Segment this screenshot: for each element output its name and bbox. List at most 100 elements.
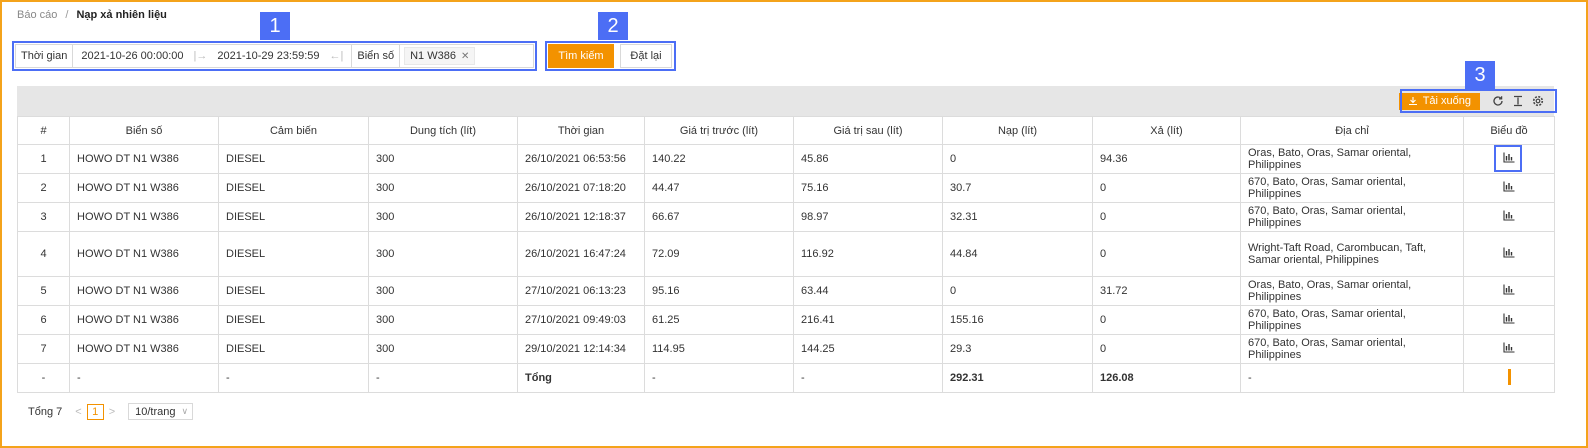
breadcrumb-root[interactable]: Báo cáo: [17, 9, 57, 21]
callout-1: 1: [260, 12, 290, 40]
table-cell: 140.22: [644, 144, 794, 174]
table-cell: 300: [368, 173, 518, 203]
table-cell: 26/10/2021 16:47:24: [517, 231, 645, 277]
table-total-row: - - - - Tổng - -292.31 126.08-: [17, 363, 1555, 393]
table-cell: Oras, Bato, Oras, Samar oriental, Philip…: [1240, 144, 1464, 174]
table-cell: 5: [17, 276, 70, 306]
total-cell: -: [17, 363, 70, 393]
column-header: Giá trị trước (lít): [644, 116, 794, 145]
total-chart-cell: [1463, 363, 1555, 393]
column-header: #: [17, 116, 70, 145]
table-cell: 2: [17, 173, 70, 203]
column-header: Địa chỉ: [1240, 116, 1464, 145]
table-cell: 98.97: [793, 202, 943, 232]
bar-chart-icon[interactable]: [1503, 210, 1515, 221]
highlight-box-3: [1400, 89, 1557, 113]
table-cell: 63.44: [793, 276, 943, 306]
table-cell: HOWO DT N1 W386: [69, 231, 219, 277]
table-cell: 75.16: [793, 173, 943, 203]
pagination: Tổng 7 < 1 > 10/trang ∨: [28, 403, 194, 420]
table-row: 7 HOWO DT N1 W386 DIESEL 300 29/10/2021 12:1…: [17, 334, 1555, 364]
table-cell: HOWO DT N1 W386: [69, 305, 219, 335]
table-cell: 144.25: [793, 334, 943, 364]
bar-chart-icon[interactable]: [1503, 247, 1515, 258]
table-cell: 0: [1092, 305, 1241, 335]
column-header: Dung tích (lít): [368, 116, 518, 145]
bar-chart-icon[interactable]: [1503, 284, 1515, 295]
column-header: Nạp (lít): [942, 116, 1093, 145]
table-cell: 300: [368, 231, 518, 277]
table-cell: HOWO DT N1 W386: [69, 173, 219, 203]
report-table: # Biển số Cảm biến Dung tích (lít) Thời …: [17, 116, 1555, 393]
table-cell: 0: [942, 276, 1093, 306]
total-cell: 126.08: [1092, 363, 1241, 393]
bar-chart-icon[interactable]: [1503, 181, 1515, 192]
column-header: Thời gian: [517, 116, 645, 145]
total-cell: -: [1240, 363, 1464, 393]
page-size-select[interactable]: 10/trang ∨: [128, 403, 194, 420]
table-cell: 670, Bato, Oras, Samar oriental, Philipp…: [1240, 202, 1464, 232]
breadcrumb-current: Nạp xả nhiên liệu: [76, 9, 167, 21]
table-cell: 30.7: [942, 173, 1093, 203]
table-cell: DIESEL: [218, 231, 369, 277]
table-cell: DIESEL: [218, 173, 369, 203]
table-cell: HOWO DT N1 W386: [69, 276, 219, 306]
chart-cell: [1463, 305, 1555, 335]
chevron-down-icon: ∨: [181, 406, 189, 416]
total-cell: -: [368, 363, 518, 393]
table-cell: 45.86: [793, 144, 943, 174]
bar-chart-icon[interactable]: [1503, 313, 1515, 324]
highlight-box-1: [12, 41, 537, 71]
table-cell: 0: [942, 144, 1093, 174]
table-cell: 0: [1092, 231, 1241, 277]
total-cell: -: [69, 363, 219, 393]
table-cell: Wright-Taft Road, Carombucan, Taft, Sama…: [1240, 231, 1464, 277]
table-row: 1 HOWO DT N1 W386 DIESEL 300 26/10/2021 06:5…: [17, 144, 1555, 174]
table-cell: DIESEL: [218, 202, 369, 232]
table-cell: HOWO DT N1 W386: [69, 144, 219, 174]
table-header-row: # Biển số Cảm biến Dung tích (lít) Thời …: [17, 116, 1555, 145]
table-cell: 94.36: [1092, 144, 1241, 174]
table-row: 4 HOWO DT N1 W386 DIESEL 300 26/10/2021 16:4…: [17, 231, 1555, 277]
table-cell: 114.95: [644, 334, 794, 364]
report-table-container: Tải xuống # Biển số Cảm biến Dung tích (…: [17, 86, 1555, 393]
table-cell: 0: [1092, 202, 1241, 232]
table-cell: 1: [17, 144, 70, 174]
table-cell: 32.31: [942, 202, 1093, 232]
total-cell: Tổng: [517, 363, 645, 393]
callout-2: 2: [598, 12, 628, 40]
table-cell: 300: [368, 276, 518, 306]
breadcrumb-separator: /: [65, 9, 69, 21]
table-row: 2 HOWO DT N1 W386 DIESEL 300 26/10/2021 07:1…: [17, 173, 1555, 203]
chevron-left-icon[interactable]: <: [75, 406, 81, 418]
table-cell: 155.16: [942, 305, 1093, 335]
table-cell: 300: [368, 202, 518, 232]
pagination-total: Tổng 7: [28, 405, 63, 418]
column-header: Biểu đồ: [1463, 116, 1555, 145]
table-cell: 44.47: [644, 173, 794, 203]
callout-3: 3: [1465, 61, 1495, 89]
bar-chart-icon[interactable]: [1503, 342, 1515, 353]
table-cell: 0: [1092, 173, 1241, 203]
table-cell: DIESEL: [218, 334, 369, 364]
page-1-button[interactable]: 1: [86, 403, 104, 420]
chart-cell: [1463, 334, 1555, 364]
total-cell: -: [793, 363, 943, 393]
column-header: Biển số: [69, 116, 219, 145]
chevron-right-icon[interactable]: >: [109, 406, 115, 418]
table-cell: 29.3: [942, 334, 1093, 364]
total-cell: -: [644, 363, 794, 393]
table-cell: 27/10/2021 06:13:23: [517, 276, 645, 306]
chart-cell: [1463, 276, 1555, 306]
table-cell: 300: [368, 334, 518, 364]
table-cell: 7: [17, 334, 70, 364]
table-cell: 31.72: [1092, 276, 1241, 306]
table-cell: 66.67: [644, 202, 794, 232]
table-row: 6 HOWO DT N1 W386 DIESEL 300 27/10/2021 09:4…: [17, 305, 1555, 335]
column-header: Giá trị sau (lít): [793, 116, 943, 145]
table-cell: 44.84: [942, 231, 1093, 277]
table-cell: 29/10/2021 12:14:34: [517, 334, 645, 364]
table-cell: 27/10/2021 09:49:03: [517, 305, 645, 335]
table-cell: DIESEL: [218, 276, 369, 306]
table-cell: 300: [368, 305, 518, 335]
